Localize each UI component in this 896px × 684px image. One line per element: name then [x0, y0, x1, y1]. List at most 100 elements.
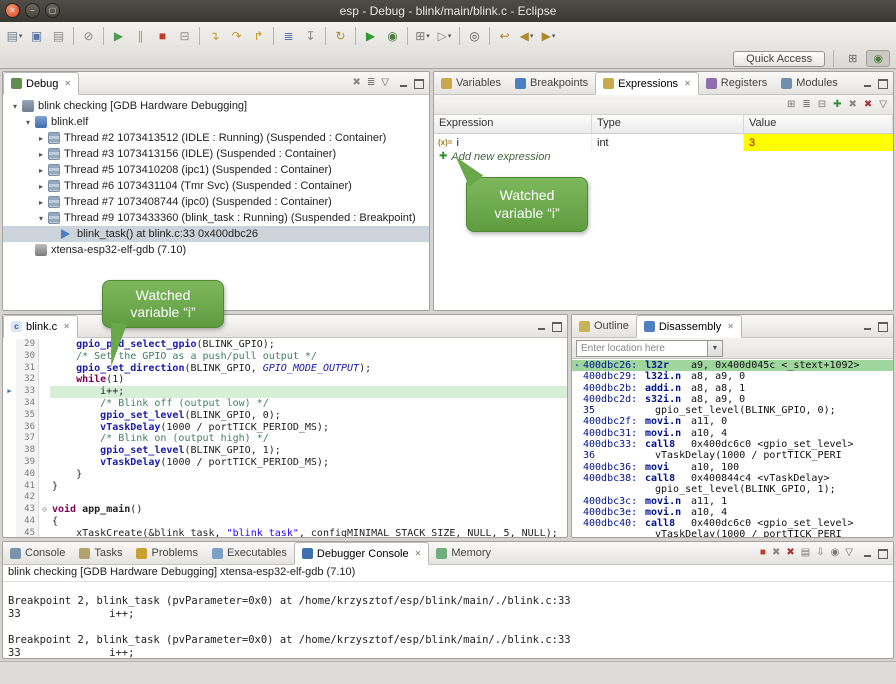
code-line[interactable]: 43⊖void app_main() [3, 504, 567, 516]
expander-icon[interactable]: ▸ [35, 134, 47, 143]
tab-problems[interactable]: Problems [129, 542, 204, 564]
console-output[interactable]: Breakpoint 2, blink_task (pvParameter=0x… [3, 582, 893, 658]
disassembly-line[interactable]: vTaskDelay(1000 / portTICK_PERI [572, 529, 893, 537]
line-number[interactable]: 37 [16, 433, 39, 445]
code-line[interactable]: 39 vTaskDelay(1000 / portTICK_PERIOD_MS)… [3, 457, 567, 469]
debug-perspective-button[interactable]: ◉ [866, 50, 890, 67]
expander-icon[interactable]: ▾ [9, 102, 21, 111]
new-launch-button[interactable]: ⊞▾ [412, 25, 433, 47]
line-number[interactable]: 30 [16, 351, 39, 363]
code-editor[interactable]: 29 gpio_pad_select_gpio(BLINK_GPIO);30 /… [3, 338, 567, 537]
line-number[interactable]: 34 [16, 398, 39, 410]
expander-icon[interactable]: ▸ [35, 182, 47, 191]
terminate-button[interactable]: ■ [760, 548, 766, 558]
code-line[interactable]: ▶33 i++; [3, 386, 567, 398]
tab-registers[interactable]: Registers [699, 72, 774, 94]
remove-all-terminated-button[interactable]: ✖ [353, 78, 361, 88]
tab-breakpoints[interactable]: Breakpoints [508, 72, 595, 94]
close-icon[interactable]: ✕ [64, 79, 71, 88]
pin-console-button[interactable]: ◉ [831, 548, 840, 558]
external-tools-button[interactable]: ▷▾ [434, 25, 455, 47]
code-line[interactable]: 34 /* Blink off (output low) */ [3, 398, 567, 410]
disassembly-line[interactable]: 400dbc29:l32i.na8, a9, 0 [572, 371, 893, 382]
show-logical-structures-button[interactable]: ≣ [802, 100, 810, 110]
debug-button[interactable]: ◉ [382, 25, 403, 47]
line-number[interactable]: 33 [16, 386, 39, 398]
last-edit-location-button[interactable]: ↩ [494, 25, 515, 47]
line-number[interactable]: 42 [16, 492, 39, 504]
line-number[interactable]: 44 [16, 516, 39, 528]
expander-icon[interactable]: ▾ [35, 214, 47, 223]
step-into-button[interactable]: ↴ [204, 25, 225, 47]
add-expression-row[interactable]: ✚ Add new expression [434, 151, 893, 168]
tab-console[interactable]: Console [3, 542, 72, 564]
line-number[interactable]: 38 [16, 445, 39, 457]
debug-tree-item[interactable]: blink_task() at blink.c:33 0x400dbc26 [3, 226, 429, 242]
skip-all-breakpoints-button[interactable]: ⊘ [78, 25, 99, 47]
code-line[interactable]: 42 [3, 492, 567, 504]
remove-all-launches-button[interactable]: ✖ [786, 548, 794, 558]
scroll-lock-button[interactable]: ⇩ [816, 548, 824, 558]
close-icon[interactable]: ✕ [415, 549, 422, 558]
code-line[interactable]: 45 xTaskCreate(&blink_task, "blink_task"… [3, 528, 567, 537]
close-button[interactable]: ✕ [5, 3, 20, 18]
code-line[interactable]: 30 /* Set the GPIO as a push/pull output… [3, 351, 567, 363]
refresh-button[interactable]: ↻ [330, 25, 351, 47]
fold-collapse-icon[interactable]: ⊖ [39, 504, 50, 516]
line-number[interactable]: 29 [16, 339, 39, 351]
disassembly-line[interactable]: 400dbc2f:movi.na11, 0 [572, 416, 893, 427]
line-number[interactable]: 45 [16, 528, 39, 537]
tab-variables[interactable]: Variables [434, 72, 508, 94]
disassembly-line[interactable]: ▸400dbc26:l32ra9, 0x400d045c <_stext+109… [572, 360, 893, 371]
tab-tasks[interactable]: Tasks [72, 542, 129, 564]
add-expression-button[interactable]: ✚ [833, 100, 841, 110]
step-over-button[interactable]: ↷ [226, 25, 247, 47]
remove-launch-button[interactable]: ✖ [772, 548, 780, 558]
line-number[interactable]: 40 [16, 469, 39, 481]
resume-button[interactable]: ▶ [108, 25, 129, 47]
expander-icon[interactable]: ▸ [35, 166, 47, 175]
console-menu-button[interactable]: ▽ [845, 548, 853, 558]
expander-icon[interactable]: ▸ [35, 150, 47, 159]
line-number[interactable]: 35 [16, 410, 39, 422]
tab-modules[interactable]: Modules [774, 72, 845, 94]
maximize-view-button[interactable] [878, 321, 888, 331]
close-icon[interactable]: ✕ [684, 79, 691, 88]
minimize-button[interactable]: − [25, 3, 40, 18]
drop-to-frame-button[interactable]: ↧ [300, 25, 321, 47]
disassembly-line[interactable]: 400dbc40:call80x400dc6c0 <gpio_set_level… [572, 518, 893, 529]
collapse-all-button[interactable]: ⊟ [818, 100, 826, 110]
minimize-view-button[interactable] [399, 78, 409, 88]
expander-icon[interactable]: ▸ [35, 198, 47, 207]
code-line[interactable]: 41} [3, 481, 567, 493]
run-button[interactable]: ▶ [360, 25, 381, 47]
disassembly-line[interactable]: 400dbc31:movi.na10, 4 [572, 428, 893, 439]
tab-expressions[interactable]: Expressions✕ [595, 72, 699, 95]
back-button[interactable]: ◀▾ [516, 25, 537, 47]
forward-button[interactable]: ▶▾ [538, 25, 559, 47]
disassembly-line[interactable]: 400dbc33:call80x400dc6c0 <gpio_set_level… [572, 439, 893, 450]
debug-tree-item[interactable]: ▸Thread #5 1073410208 (ipc1) (Suspended … [3, 162, 429, 178]
maximize-view-button[interactable] [414, 78, 424, 88]
maximize-view-button[interactable] [552, 321, 562, 331]
tab-executables[interactable]: Executables [205, 542, 294, 564]
expression-row[interactable]: (x)=iint3 [434, 134, 893, 151]
disassembly-line[interactable]: 400dbc3e:movi.na10, 4 [572, 507, 893, 518]
view-menu-button[interactable]: ▽ [381, 78, 389, 88]
column-header-type[interactable]: Type [592, 115, 744, 133]
suspend-button[interactable]: ∥ [130, 25, 151, 47]
disconnect-button[interactable]: ⊟ [174, 25, 195, 47]
line-number[interactable]: 39 [16, 457, 39, 469]
code-line[interactable]: 37 /* Blink on (output high) */ [3, 433, 567, 445]
column-header-expression[interactable]: Expression [434, 115, 592, 133]
code-line[interactable]: 40 } [3, 469, 567, 481]
line-number[interactable]: 36 [16, 422, 39, 434]
line-number[interactable]: 41 [16, 481, 39, 493]
minimize-view-button[interactable] [863, 78, 873, 88]
debug-tree-item[interactable]: ▾Thread #9 1073433360 (blink_task : Runn… [3, 210, 429, 226]
debug-view-layout-button[interactable]: ≣ [367, 78, 375, 88]
expander-icon[interactable]: ▾ [22, 118, 34, 127]
quick-access-button[interactable]: Quick Access [733, 51, 825, 67]
close-icon[interactable]: ✕ [727, 322, 734, 331]
debug-tree-item[interactable]: xtensa-esp32-elf-gdb (7.10) [3, 242, 429, 258]
